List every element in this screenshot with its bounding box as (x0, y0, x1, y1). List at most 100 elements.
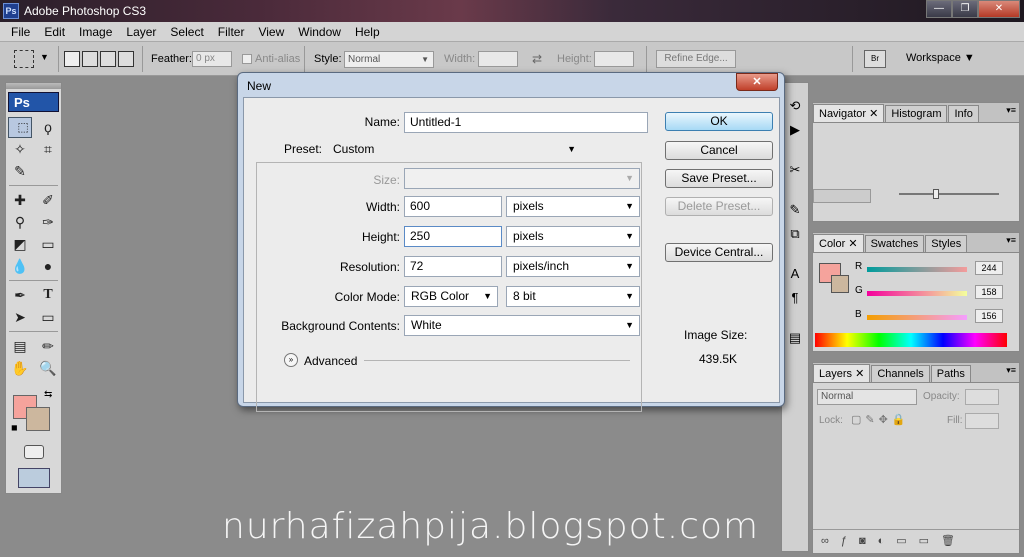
lock-icons[interactable]: ▢✎✥🔒 (851, 413, 910, 426)
clone-source-icon[interactable]: ⧉ (783, 223, 807, 245)
crop-tool-icon[interactable]: ⌗ (36, 139, 60, 159)
panel-menu-icon[interactable]: ▾≡ (1006, 235, 1016, 246)
close-window-button[interactable]: ✕ (978, 0, 1020, 18)
ok-button[interactable]: OK (665, 112, 773, 131)
history-icon[interactable]: ⟲ (783, 95, 807, 117)
menu-image[interactable]: Image (72, 25, 119, 39)
maximize-button[interactable]: ❐ (952, 0, 978, 18)
r-slider[interactable] (867, 267, 967, 272)
marquee-tool-icon[interactable] (14, 50, 34, 68)
slice-tool-icon[interactable]: ✎ (8, 161, 32, 181)
menu-filter[interactable]: Filter (211, 25, 252, 39)
width-input[interactable] (478, 51, 518, 67)
hand-tool-icon[interactable]: ✋ (8, 358, 32, 378)
style-select[interactable]: Normal ▼ (344, 51, 434, 68)
cancel-button[interactable]: Cancel (665, 141, 773, 160)
preset-select[interactable]: Custom ▼ (326, 139, 582, 160)
lasso-tool-icon[interactable]: ϙ (36, 117, 60, 137)
subtract-selection-icon[interactable] (100, 51, 116, 67)
zoom-slider-thumb[interactable] (933, 189, 939, 199)
color-mode-select[interactable]: RGB Color ▼ (404, 286, 498, 307)
menu-layer[interactable]: Layer (119, 25, 163, 39)
feather-input[interactable]: 0 px (192, 51, 232, 67)
resolution-unit-select[interactable]: pixels/inch ▼ (506, 256, 640, 277)
device-central-button[interactable]: Device Central... (665, 243, 773, 262)
default-colors-icon[interactable]: ◼ (11, 423, 18, 432)
r-value[interactable]: 244 (975, 261, 1003, 275)
brushes-icon[interactable]: ✎ (783, 199, 807, 221)
zoom-slider[interactable] (899, 193, 999, 195)
tab-navigator[interactable]: Navigator ✕ (813, 104, 885, 122)
save-preset-button[interactable]: Save Preset... (665, 169, 773, 188)
type-tool-icon[interactable]: T (36, 285, 60, 305)
shape-tool-icon[interactable]: ▭ (36, 307, 60, 327)
height-input[interactable]: 250 (404, 226, 502, 247)
paragraph-icon[interactable]: ¶ (783, 287, 807, 309)
menu-select[interactable]: Select (163, 25, 210, 39)
advanced-label[interactable]: Advanced (304, 354, 357, 368)
panel-menu-icon[interactable]: ▾≡ (1006, 365, 1016, 376)
menu-edit[interactable]: Edit (37, 25, 72, 39)
eyedropper-icon[interactable]: ✏ (36, 336, 60, 356)
menu-help[interactable]: Help (348, 25, 387, 39)
dodge-tool-icon[interactable]: ● (36, 256, 60, 276)
height-input[interactable] (594, 51, 634, 67)
actions-icon[interactable]: ▶ (783, 119, 807, 141)
swap-colors-icon[interactable]: ⇆ (44, 389, 52, 400)
menu-view[interactable]: View (251, 25, 291, 39)
tab-color[interactable]: Color ✕ (813, 234, 864, 252)
gradient-tool-icon[interactable]: ▭ (36, 234, 60, 254)
path-selection-icon[interactable]: ➤ (8, 307, 32, 327)
magic-wand-icon[interactable]: ✧ (8, 139, 32, 159)
menu-window[interactable]: Window (291, 25, 348, 39)
marquee-tool-icon[interactable]: ⬚ (8, 117, 32, 138)
bit-depth-select[interactable]: 8 bit ▼ (506, 286, 640, 307)
eraser-tool-icon[interactable]: ◩ (8, 234, 32, 254)
intersect-selection-icon[interactable] (118, 51, 134, 67)
minimize-button[interactable]: — (926, 0, 952, 18)
fill-input[interactable] (965, 413, 999, 429)
dialog-close-button[interactable]: ✕ (736, 73, 778, 91)
tab-paths[interactable]: Paths (930, 365, 971, 382)
tab-swatches[interactable]: Swatches (864, 235, 925, 252)
width-input[interactable]: 600 (404, 196, 502, 217)
advanced-toggle-icon[interactable]: » (284, 353, 298, 367)
tool-presets-icon[interactable]: ✂ (783, 159, 807, 181)
background-contents-select[interactable]: White ▼ (404, 315, 640, 336)
tab-info[interactable]: Info (948, 105, 979, 122)
layer-comps-icon[interactable]: ▤ (783, 327, 807, 349)
background-color-swatch[interactable] (26, 407, 50, 431)
pen-tool-icon[interactable]: ✒ (8, 285, 32, 305)
new-selection-icon[interactable] (64, 51, 80, 67)
delete-preset-button[interactable]: Delete Preset... (665, 197, 773, 216)
g-slider[interactable] (867, 291, 967, 296)
refine-edge-button[interactable]: Refine Edge... (656, 50, 736, 68)
width-unit-select[interactable]: pixels ▼ (506, 196, 640, 217)
color-bg-swatch[interactable] (831, 275, 849, 293)
bridge-icon[interactable]: Br (864, 50, 886, 68)
character-icon[interactable]: A (783, 263, 807, 285)
zoom-tool-icon[interactable]: 🔍 (36, 358, 60, 378)
b-value[interactable]: 156 (975, 309, 1003, 323)
add-selection-icon[interactable] (82, 51, 98, 67)
color-ramp[interactable] (815, 333, 1007, 347)
name-input[interactable]: Untitled-1 (404, 112, 648, 133)
menu-file[interactable]: File (4, 25, 37, 39)
clone-stamp-icon[interactable]: ⚲ (8, 212, 32, 232)
zoom-field[interactable] (813, 189, 871, 203)
size-select[interactable]: ▼ (404, 168, 640, 189)
history-brush-icon[interactable]: ✑ (36, 212, 60, 232)
g-value[interactable]: 158 (975, 285, 1003, 299)
swap-icon[interactable]: ⇄ (532, 52, 542, 66)
tab-layers[interactable]: Layers ✕ (813, 364, 871, 382)
tab-channels[interactable]: Channels (871, 365, 930, 382)
b-slider[interactable] (867, 315, 967, 320)
resolution-input[interactable]: 72 (404, 256, 502, 277)
opacity-input[interactable] (965, 389, 999, 405)
notes-tool-icon[interactable]: ▤ (8, 336, 32, 356)
height-unit-select[interactable]: pixels ▼ (506, 226, 640, 247)
quick-mask-icon[interactable] (24, 445, 44, 459)
chevron-down-icon[interactable]: ▼ (40, 52, 49, 62)
panel-menu-icon[interactable]: ▾≡ (1006, 105, 1016, 116)
layer-actions[interactable]: ∞ƒ◙◐▭▭🗑 (813, 529, 1019, 551)
